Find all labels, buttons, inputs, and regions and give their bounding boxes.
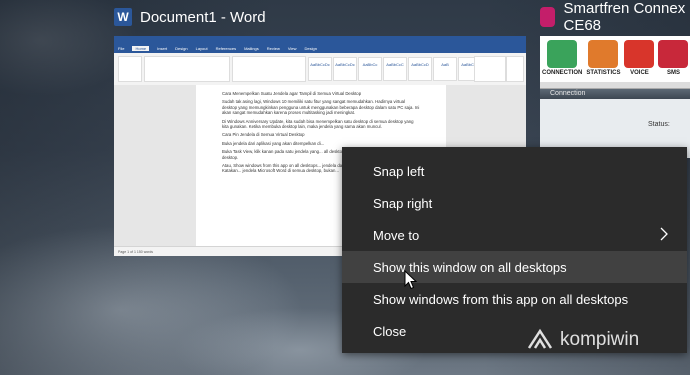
style-preset[interactable]: AaBbCcD xyxy=(408,57,432,81)
menu-item-label: Move to xyxy=(373,227,420,243)
style-preset[interactable]: AaBbCcC xyxy=(383,57,407,81)
word-ribbon: AaBbCcDc AaBbCcDc AaBbCc AaBbCcC AaBbCcD AaB A… xyxy=(114,53,526,86)
word-window-titlebar[interactable]: W Document1 - Word xyxy=(114,0,266,34)
style-preset[interactable]: AaBbCc xyxy=(358,57,382,81)
menu-item-label: Snap right xyxy=(373,195,433,211)
smartfren-tool-label: STATISTICS xyxy=(586,70,621,76)
chevron-right-icon xyxy=(660,227,668,241)
smartfren-status-label: Status: xyxy=(648,121,670,128)
google-group xyxy=(506,56,524,82)
word-status-text: Page 1 of 1 150 words xyxy=(118,249,154,254)
word-quick-access-bar xyxy=(114,36,526,44)
smartfren-window-title: Smartfren Connex CE68 xyxy=(563,0,686,34)
smartfren-section-header: Connection xyxy=(540,89,690,99)
connection-icon xyxy=(547,40,578,68)
smartfren-divider xyxy=(540,82,690,89)
smartfren-tool-label: CONNECTION xyxy=(542,70,583,76)
menu-item-snap-left[interactable]: Snap left xyxy=(342,155,687,187)
menu-item-show-app-all-desktops[interactable]: Show windows from this app on all deskto… xyxy=(342,283,687,315)
paste-group xyxy=(118,56,142,82)
word-icon: W xyxy=(114,8,132,26)
smartfren-tool-voice[interactable]: VOICE xyxy=(624,40,655,78)
styles-gallery: AaBbCcDc AaBbCcDc AaBbCc AaBbCcC AaBbCcD AaB A… xyxy=(308,57,482,81)
sms-icon xyxy=(658,40,689,68)
word-ribbon-tab[interactable]: View xyxy=(288,46,297,51)
word-window-title: Document1 - Word xyxy=(140,8,266,26)
document-paragraph: Cara Menempelkan Suatu Jendela agar Tamp… xyxy=(222,91,362,96)
document-paragraph: Sudah tak asing lagi, Windows 10 memilik… xyxy=(222,99,420,116)
smartfren-tool-sms[interactable]: SMS xyxy=(658,40,689,78)
menu-item-label: Close xyxy=(373,323,407,339)
word-ribbon-tab[interactable]: Review xyxy=(267,46,280,51)
document-paragraph: Cara Pin Jendela di Semua Virtual Deskto… xyxy=(222,132,305,138)
editing-group xyxy=(474,56,506,82)
statistics-icon xyxy=(588,40,619,68)
word-ribbon-tab[interactable]: File xyxy=(118,46,124,51)
smartfren-tool-connection[interactable]: CONNECTION xyxy=(542,40,582,78)
word-ribbon-tab[interactable]: Design xyxy=(175,46,187,51)
word-ribbon-tab[interactable]: Layout xyxy=(196,46,208,51)
word-ribbon-tab[interactable]: References xyxy=(216,46,236,51)
smartfren-tool-label: SMS xyxy=(666,70,680,76)
kompiwin-logo-icon xyxy=(527,328,553,349)
voice-icon xyxy=(624,40,655,68)
smartfren-window-thumbnail[interactable]: CONNECTION STATISTICS VOICE SMS Connection … xyxy=(540,36,690,158)
smartfren-icon xyxy=(540,7,556,27)
smartfren-toolbar: CONNECTION STATISTICS VOICE SMS xyxy=(540,36,690,82)
context-menu: Snap left Snap right Move to Show this w… xyxy=(342,147,687,353)
word-ribbon-tab[interactable]: Insert xyxy=(157,46,167,51)
smartfren-tool-statistics[interactable]: STATISTICS xyxy=(586,40,620,78)
style-preset[interactable]: AaB xyxy=(433,57,457,81)
word-ribbon-tab[interactable]: Mailings xyxy=(244,46,259,51)
word-ribbon-tab[interactable]: Design xyxy=(304,46,316,51)
document-paragraph: Buka jendela dari aplikasi yang akan dit… xyxy=(222,140,325,146)
menu-item-show-window-all-desktops[interactable]: Show this window on all desktops xyxy=(342,251,687,283)
word-ribbon-tabs: File Home Insert Design Layout References Mail… xyxy=(114,44,526,53)
mouse-pointer-icon xyxy=(404,270,418,290)
document-paragraph: Di Windows Anniversary Update, kita suda… xyxy=(222,118,414,130)
font-group xyxy=(144,56,230,82)
kompiwin-watermark: kompiwin xyxy=(526,328,639,352)
smartfren-tool-label: VOICE xyxy=(630,70,649,76)
style-preset[interactable]: AaBbCcDc xyxy=(308,57,332,81)
paragraph-group xyxy=(232,56,306,82)
style-preset[interactable]: AaBbCcDc xyxy=(333,57,357,81)
menu-item-move-to[interactable]: Move to xyxy=(342,219,687,251)
menu-item-label: Show windows from this app on all deskto… xyxy=(373,291,629,307)
watermark-text: kompiwin xyxy=(560,329,640,350)
menu-item-label: Show this window on all desktops xyxy=(373,259,567,275)
word-ribbon-tab[interactable]: Home xyxy=(132,46,150,51)
menu-item-label: Snap left xyxy=(373,163,425,179)
menu-item-snap-right[interactable]: Snap right xyxy=(342,187,687,219)
smartfren-window-titlebar[interactable]: Smartfren Connex CE68 xyxy=(540,0,690,34)
